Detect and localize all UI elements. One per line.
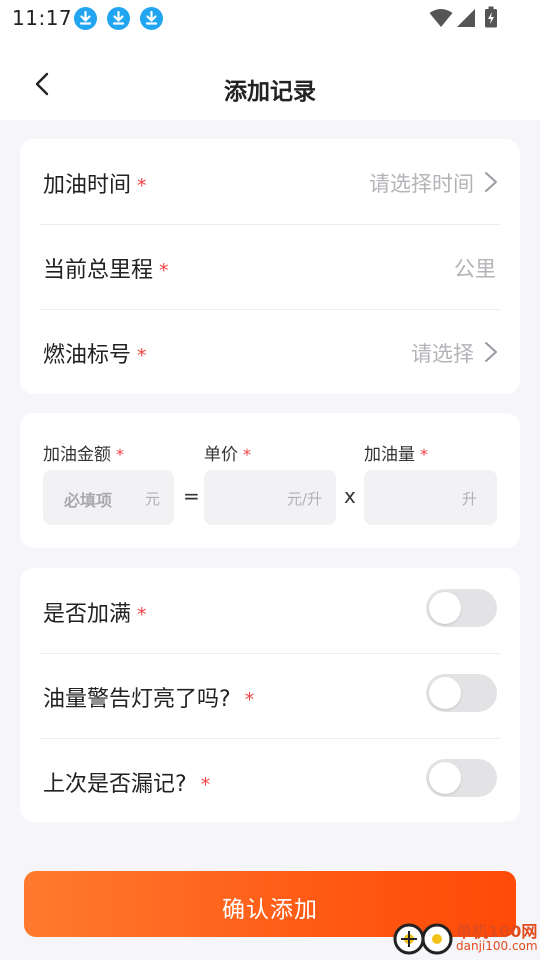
download-icon bbox=[74, 7, 97, 30]
unit-price-unit: 元/升 bbox=[286, 490, 322, 508]
required-mark: * bbox=[137, 345, 147, 367]
status-time: 11:17 bbox=[12, 6, 73, 30]
full-tank-switch[interactable] bbox=[426, 589, 497, 627]
toggle-row-warning-light: 油量警告灯亮了吗? * bbox=[40, 653, 500, 739]
cell-signal-icon bbox=[457, 9, 475, 27]
required-mark: * bbox=[137, 175, 147, 197]
toggle-row-full-tank: 是否加满 * bbox=[40, 568, 500, 654]
amount-placeholder: 必填项 bbox=[64, 491, 113, 510]
refuel-time-row[interactable]: 加油时间 * 请选择时间 bbox=[40, 139, 500, 225]
battery-charging-icon bbox=[485, 6, 497, 28]
toggle-row-missed-record: 上次是否漏记? * bbox=[40, 738, 500, 823]
volume-label: 加油量 bbox=[364, 445, 415, 465]
refuel-time-label: 加油时间 bbox=[43, 173, 132, 198]
full-tank-label: 是否加满 bbox=[43, 602, 132, 627]
multiply-sign: x bbox=[344, 484, 356, 508]
required-mark: * bbox=[243, 445, 251, 464]
watermark: 单机100网 danji100.com bbox=[392, 918, 538, 958]
switch-knob bbox=[429, 677, 461, 709]
watermark-line2: danji100.com bbox=[456, 939, 538, 953]
amount-input[interactable]: 必填项 元 bbox=[43, 470, 174, 525]
wifi-icon bbox=[429, 9, 453, 27]
equals-sign: = bbox=[183, 484, 200, 508]
warning-light-label: 油量警告灯亮了吗? bbox=[43, 687, 231, 712]
volume-unit: 升 bbox=[461, 490, 477, 508]
required-mark: * bbox=[159, 260, 169, 282]
unit-price-label: 单价 bbox=[204, 445, 238, 465]
amount-label: 加油金额 bbox=[43, 445, 111, 465]
fuel-grade-row[interactable]: 燃油标号 * 请选择 bbox=[40, 309, 500, 394]
odometer-row[interactable]: 当前总里程 * 公里 bbox=[40, 224, 500, 310]
fuel-grade-label: 燃油标号 bbox=[43, 343, 132, 368]
required-mark: * bbox=[200, 774, 211, 796]
odometer-label: 当前总里程 bbox=[43, 258, 154, 283]
required-mark: * bbox=[420, 445, 428, 464]
refuel-time-placeholder: 请选择时间 bbox=[369, 172, 474, 196]
chevron-right-icon bbox=[485, 172, 497, 192]
fuel-grade-placeholder: 请选择 bbox=[411, 342, 474, 366]
unit-price-input[interactable]: 元/升 bbox=[204, 470, 336, 525]
chevron-right-icon bbox=[485, 342, 497, 362]
amount-unit: 元 bbox=[144, 490, 160, 508]
toggles-card: 是否加满 * 油量警告灯亮了吗? * 上次是否漏记? * bbox=[20, 568, 520, 822]
required-mark: * bbox=[137, 604, 147, 626]
watermark-logo-icon bbox=[393, 923, 453, 955]
status-bar: 11:17 bbox=[0, 0, 540, 36]
confirm-add-label: 确认添加 bbox=[222, 897, 318, 923]
missed-record-switch[interactable] bbox=[426, 759, 497, 797]
download-icon bbox=[140, 7, 163, 30]
warning-light-switch[interactable] bbox=[426, 674, 497, 712]
page-title: 添加记录 bbox=[224, 79, 316, 105]
required-mark: * bbox=[116, 445, 124, 464]
download-icon bbox=[107, 7, 130, 30]
missed-record-label: 上次是否漏记? bbox=[43, 772, 187, 797]
calculation-card: 加油金额 * 必填项 元 = 单价 * 元/升 x 加油量 * 升 bbox=[20, 413, 520, 548]
required-mark: * bbox=[244, 689, 255, 711]
switch-knob bbox=[429, 592, 461, 624]
nav-bar: 添加记录 bbox=[0, 36, 540, 120]
switch-knob bbox=[429, 762, 461, 794]
basic-info-card: 加油时间 * 请选择时间 当前总里程 * 公里 燃油标号 * 请选择 bbox=[20, 139, 520, 394]
odometer-unit: 公里 bbox=[454, 257, 496, 281]
volume-input[interactable]: 升 bbox=[364, 470, 497, 525]
